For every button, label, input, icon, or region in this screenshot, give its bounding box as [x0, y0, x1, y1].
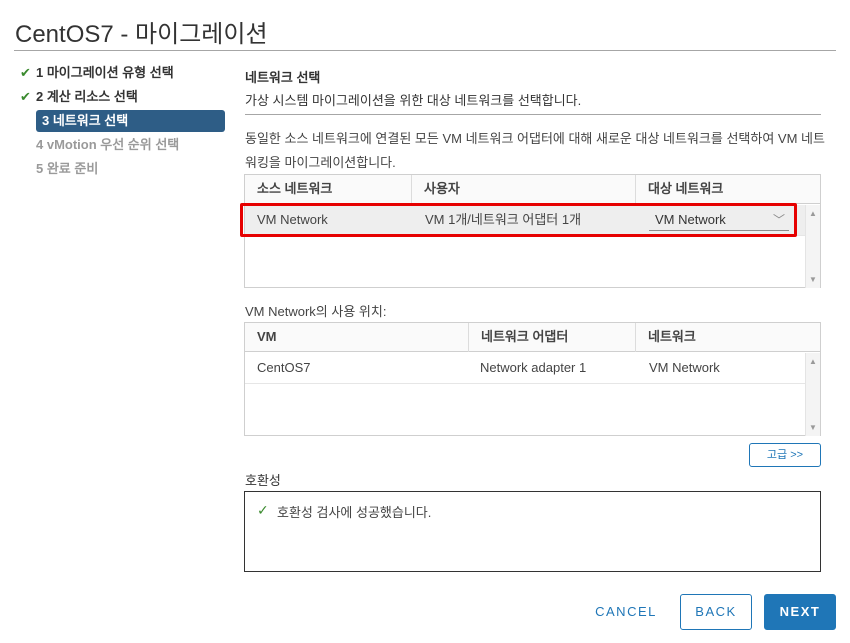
step-2-compute-resource[interactable]: ✔ 2 계산 리소스 선택	[20, 86, 225, 108]
step-label: 4 vMotion 우선 순위 선택	[36, 137, 180, 152]
cancel-button[interactable]: CANCEL	[583, 594, 669, 630]
column-users[interactable]: 사용자	[411, 175, 635, 204]
step-3-network-active[interactable]: 3 네트워크 선택	[36, 110, 225, 132]
column-destination-network[interactable]: 대상 네트워크	[635, 175, 822, 204]
step-label: 3 네트워크 선택	[42, 113, 129, 128]
cell-vm: CentOS7	[257, 360, 311, 375]
grid-header: 소스 네트워크 사용자 대상 네트워크	[245, 175, 820, 204]
step-5-ready-to-complete: 5 완료 준비	[36, 158, 225, 180]
section-description: 동일한 소스 네트워크에 연결된 모든 VM 네트워크 어댑터에 대해 새로운 …	[245, 131, 825, 170]
check-icon: ✔	[20, 65, 31, 80]
window-title: CentOS7 - 마이그레이션	[15, 21, 268, 48]
cell-adapter: Network adapter 1	[480, 360, 587, 375]
check-icon: ✓	[257, 502, 269, 518]
column-network[interactable]: 네트워크	[635, 323, 822, 352]
step-4-vmotion-priority: 4 vMotion 우선 순위 선택	[36, 134, 225, 156]
step-1-migration-type[interactable]: ✔ 1 마이그레이션 유형 선택	[20, 62, 225, 84]
column-adapter[interactable]: 네트워크 어댑터	[468, 323, 635, 352]
selection-highlight	[240, 203, 797, 237]
scroll-down-icon[interactable]: ▼	[809, 275, 817, 284]
check-icon: ✔	[20, 89, 31, 104]
compatibility-message: 호환성 검사에 성공했습니다.	[277, 505, 432, 520]
compatibility-box: ✓ 호환성 검사에 성공했습니다.	[244, 491, 821, 572]
section-divider	[245, 114, 821, 115]
compatibility-label: 호환성	[245, 473, 281, 488]
scroll-up-icon[interactable]: ▲	[809, 209, 817, 218]
section-title: 네트워크 선택	[245, 70, 321, 85]
scroll-down-icon[interactable]: ▼	[809, 423, 817, 432]
advanced-button[interactable]: 고급 >>	[749, 443, 821, 467]
usage-grid: VM 네트워크 어댑터 네트워크 CentOS7 Network adapter…	[244, 322, 821, 436]
column-vm[interactable]: VM	[245, 323, 468, 352]
back-button[interactable]: BACK	[680, 594, 752, 630]
column-source-network[interactable]: 소스 네트워크	[245, 175, 411, 204]
grid-header: VM 네트워크 어댑터 네트워크	[245, 323, 820, 352]
cell-network: VM Network	[649, 360, 720, 375]
title-divider	[14, 50, 836, 51]
table-row[interactable]: CentOS7 Network adapter 1 VM Network	[245, 353, 805, 384]
section-subtitle: 가상 시스템 마이그레이션을 위한 대상 네트워크를 선택합니다.	[245, 93, 582, 108]
step-label: 5 완료 준비	[36, 161, 99, 176]
scroll-up-icon[interactable]: ▲	[809, 357, 817, 366]
usage-label: VM Network의 사용 위치:	[245, 304, 387, 319]
grid-scrollbar[interactable]: ▲ ▼	[805, 353, 820, 436]
next-button[interactable]: NEXT	[764, 594, 836, 630]
step-label: 1 마이그레이션 유형 선택	[36, 65, 174, 80]
step-label: 2 계산 리소스 선택	[36, 89, 138, 104]
grid-scrollbar[interactable]: ▲ ▼	[805, 205, 820, 288]
